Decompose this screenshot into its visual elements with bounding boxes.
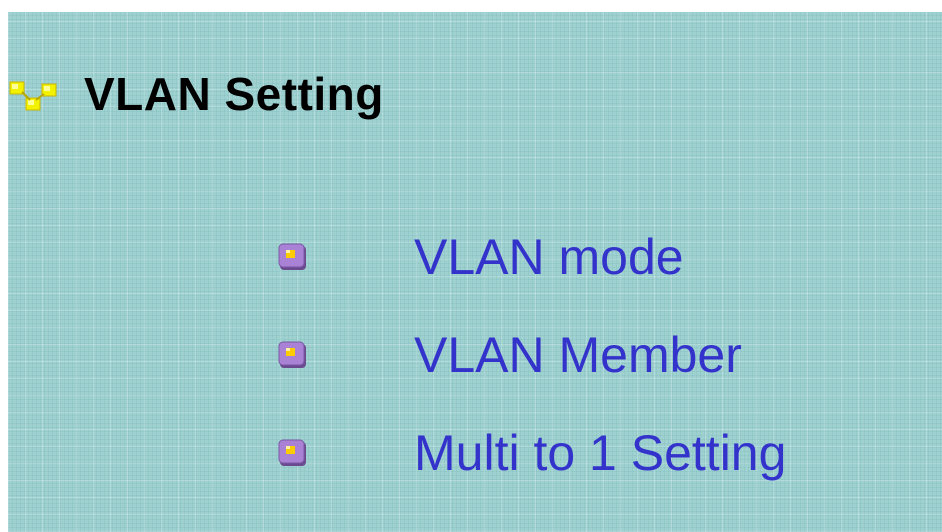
multi-to-1-setting-link[interactable]: Multi to 1 Setting	[414, 424, 786, 482]
menu-panel: VLAN Setting VLAN mode VLAN Member Multi…	[8, 12, 942, 532]
section-header[interactable]: VLAN Setting	[8, 64, 384, 124]
purple-square-bullet-icon	[278, 341, 306, 368]
menu-item-vlan-member[interactable]: VLAN Member	[276, 306, 786, 404]
vlan-member-link[interactable]: VLAN Member	[414, 326, 742, 384]
purple-square-bullet-icon	[278, 439, 306, 466]
purple-square-bullet-icon	[278, 243, 306, 270]
tree-node-icon	[9, 81, 57, 111]
vlan-menu-list: VLAN mode VLAN Member Multi to 1 Setting	[276, 208, 786, 502]
section-title: VLAN Setting	[84, 68, 384, 120]
vlan-mode-link[interactable]: VLAN mode	[414, 228, 684, 286]
menu-item-vlan-mode[interactable]: VLAN mode	[276, 208, 786, 306]
menu-item-multi-to-1-setting[interactable]: Multi to 1 Setting	[276, 404, 786, 502]
